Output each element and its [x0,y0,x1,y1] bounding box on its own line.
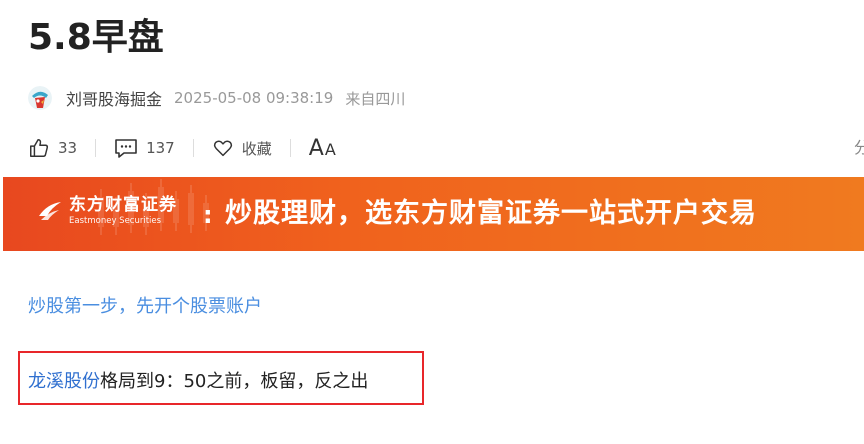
like-button[interactable]: 33 [28,137,77,159]
action-bar: 33 137 收藏 A A [28,134,336,162]
content-text: 格局到9：50之前，板留，反之出 [100,371,369,392]
divider [289,139,291,157]
font-size-button[interactable]: A A [309,136,336,161]
banner-slogan: 炒股理财，选东方财富证券一站式开户交易 [225,198,757,229]
ad-banner[interactable]: 东方财富证券 Eastmoney Securities : 炒股理财，选东方财富… [3,177,864,251]
heart-icon [213,140,232,157]
comment-count: 137 [146,139,175,157]
like-icon [30,139,49,157]
favorite-button[interactable]: 收藏 [212,137,272,159]
font-size-small-a: A [324,139,336,159]
location: 来自四川 [345,89,406,108]
stock-link[interactable]: 龙溪股份 [28,371,100,392]
article-meta: 刘哥股海掘金 2025-05-08 09:38:19 来自四川 [28,84,405,112]
divider [95,139,97,157]
open-account-link[interactable]: 炒股第一步，先开个股票账户 [28,294,262,320]
publish-time: 2025-05-08 09:38:19 [174,89,334,107]
comment-icon [115,139,137,158]
brand-name-cn: 东方财富证券 [69,195,177,215]
favorite-label: 收藏 [241,139,272,158]
brand-logo: 东方财富证券 Eastmoney Securities [37,195,177,227]
divider [192,139,194,157]
like-count: 33 [58,139,78,157]
share-button[interactable]: 分 [854,134,864,162]
page-title: 5.8早盘 [28,17,164,58]
avatar-image [28,86,52,110]
author-name[interactable]: 刘哥股海掘金 [66,86,162,110]
eastmoney-logo-icon [39,202,61,220]
font-size-large-a: A [308,135,324,161]
brand-name-en: Eastmoney Securities [69,216,162,226]
avatar[interactable] [28,86,52,110]
banner-separator: : [203,201,213,229]
comment-button[interactable]: 137 [114,137,175,159]
article-content: 龙溪股份格局到9：50之前，板留，反之出 [28,369,368,395]
